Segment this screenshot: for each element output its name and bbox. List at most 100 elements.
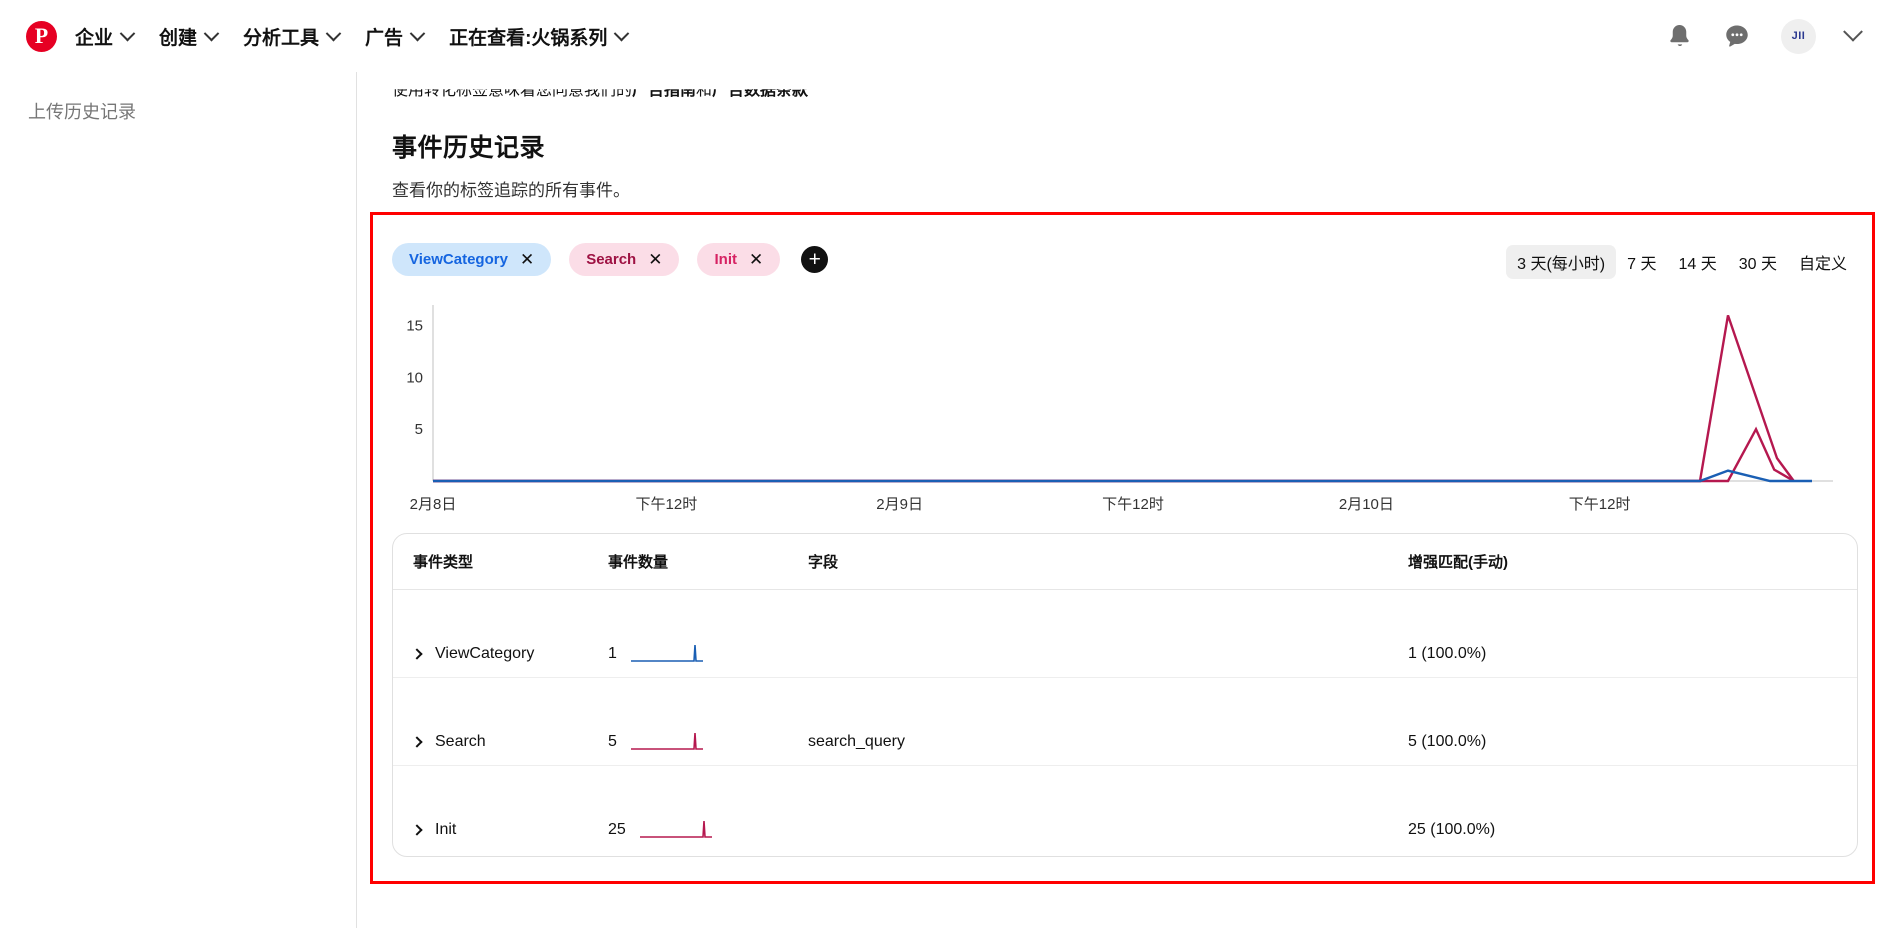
page-title: 事件历史记录 bbox=[392, 134, 546, 162]
chevron-down-icon bbox=[203, 25, 220, 41]
date-range-option-14d-label: 14 天 bbox=[1678, 256, 1717, 273]
chevron-down-icon bbox=[119, 25, 136, 41]
nav-item-business-label: 企业 bbox=[75, 27, 114, 49]
table-cell-event-count-value: 25 bbox=[608, 821, 626, 838]
svg-text:下午12时: 下午12时 bbox=[1569, 496, 1631, 513]
table-cell-event-count: 25 bbox=[608, 819, 808, 841]
avatar[interactable]: JII bbox=[1781, 18, 1816, 54]
svg-text:2月8日: 2月8日 bbox=[410, 496, 457, 513]
nav-item-analytics[interactable]: 分析工具 bbox=[243, 23, 342, 50]
close-icon[interactable]: ✕ bbox=[520, 251, 534, 268]
add-filter-button[interactable]: + bbox=[801, 246, 829, 273]
nav-right-group: JII bbox=[1666, 18, 1863, 54]
table-row-spacer bbox=[393, 590, 1857, 630]
main-content: 使用转化标签意味着您同意我们的广告指南和广告数据条款 事件历史记录 查看你的标签… bbox=[358, 72, 1896, 928]
filter-chip-init-label: Init bbox=[714, 251, 737, 268]
sparkline-icon bbox=[639, 820, 712, 838]
notifications-button[interactable] bbox=[1666, 22, 1693, 50]
plus-icon: + bbox=[808, 248, 821, 271]
page-subtitle: 查看你的标签追踪的所有事件。 bbox=[392, 181, 630, 200]
table-cell-event-type: Init bbox=[411, 821, 608, 839]
date-range-option-custom-label: 自定义 bbox=[1798, 256, 1847, 273]
table-row[interactable]: ViewCategory 1 1 (100.0%) bbox=[393, 630, 1857, 678]
table-cell-event-count: 1 bbox=[608, 643, 808, 665]
table-cell-enhanced-match: 5 (100.0%) bbox=[1408, 732, 1487, 750]
table-cell-event-type: Search bbox=[411, 732, 608, 751]
sidebar-item-upload-history[interactable]: 上传历史记录 bbox=[28, 98, 356, 124]
legal-mid: 和 bbox=[696, 82, 713, 99]
date-range-option-3d-label: 3 天(每小时) bbox=[1517, 256, 1606, 273]
date-range-option-14d[interactable]: 14 天 bbox=[1667, 245, 1727, 279]
event-filter-chips: ViewCategory ✕ Search ✕ Init ✕ + bbox=[392, 243, 829, 276]
sparkline-icon bbox=[630, 732, 703, 750]
date-range-selector: 3 天(每小时) 7 天 14 天 30 天 自定义 bbox=[1506, 245, 1858, 279]
table-row[interactable]: Init 25 25 (100.0%) bbox=[393, 806, 1857, 854]
table-row-spacer bbox=[393, 678, 1857, 718]
chat-bubble-icon bbox=[1726, 25, 1748, 47]
table-header-event-count: 事件数量 bbox=[608, 554, 669, 571]
nav-item-business[interactable]: 企业 bbox=[75, 23, 136, 50]
legal-link-ad-data-terms[interactable]: 广告数据条款 bbox=[712, 89, 808, 99]
table-cell-enhanced-match: 1 (100.0%) bbox=[1408, 644, 1487, 662]
close-icon[interactable]: ✕ bbox=[648, 251, 662, 268]
sidebar: 上传历史记录 bbox=[0, 72, 357, 928]
table-row-spacer bbox=[393, 766, 1857, 806]
table-header-field: 字段 bbox=[808, 554, 839, 571]
date-range-option-30d-label: 30 天 bbox=[1738, 256, 1777, 273]
event-timeseries-chart-svg: 5 10 15 2月8日 下午12时 2月9日 下午12时 2月10日 下午12时 bbox=[406, 305, 1833, 513]
event-timeseries-chart: 5 10 15 2月8日 下午12时 2月9日 下午12时 2月10日 下午12时 bbox=[383, 293, 1863, 523]
nav-item-create[interactable]: 创建 bbox=[159, 23, 220, 50]
svg-text:10: 10 bbox=[406, 369, 423, 386]
close-icon[interactable]: ✕ bbox=[749, 251, 763, 268]
table-cell-event-type-label: Search bbox=[435, 732, 486, 750]
svg-text:15: 15 bbox=[406, 318, 423, 335]
chevron-down-icon[interactable] bbox=[1843, 21, 1863, 42]
nav-item-current-account-label: 正在查看:火锅系列 bbox=[449, 27, 608, 49]
svg-text:下午12时: 下午12时 bbox=[636, 496, 698, 513]
chevron-down-icon bbox=[409, 25, 426, 41]
nav-item-analytics-label: 分析工具 bbox=[243, 27, 320, 49]
bell-icon bbox=[1670, 24, 1689, 47]
legal-link-ad-guidelines[interactable]: 广告指南 bbox=[632, 89, 696, 99]
pinterest-logo-icon[interactable]: P bbox=[26, 20, 57, 52]
messages-button[interactable] bbox=[1723, 22, 1751, 50]
chevron-down-icon bbox=[325, 25, 342, 41]
date-range-option-custom[interactable]: 自定义 bbox=[1788, 245, 1858, 279]
sparkline-icon bbox=[630, 644, 703, 662]
table-header-row: 事件类型 事件数量 字段 增强匹配(手动) bbox=[393, 534, 1857, 590]
table-cell-event-count: 5 bbox=[608, 731, 808, 753]
event-summary-table: 事件类型 事件数量 字段 增强匹配(手动) ViewCategory 1 1 (… bbox=[392, 533, 1858, 857]
date-range-option-7d-label: 7 天 bbox=[1627, 256, 1657, 273]
table-cell-event-count-value: 1 bbox=[608, 644, 617, 662]
chevron-right-icon[interactable] bbox=[411, 647, 423, 660]
nav-item-ads-label: 广告 bbox=[365, 27, 404, 49]
legal-prefix: 使用转化标签意味着您同意我们的 bbox=[392, 82, 633, 99]
table-cell-event-count-value: 5 bbox=[608, 732, 617, 750]
date-range-option-7d[interactable]: 7 天 bbox=[1616, 245, 1667, 279]
top-navigation-bar: P 企业 创建 分析工具 广告 正在查看:火锅系列 JII bbox=[0, 0, 1896, 72]
svg-text:下午12时: 下午12时 bbox=[1102, 496, 1164, 513]
chevron-down-icon bbox=[614, 25, 630, 41]
table-header-enhanced-match: 增强匹配(手动) bbox=[1408, 554, 1508, 571]
filter-chip-search[interactable]: Search ✕ bbox=[569, 243, 680, 276]
date-range-option-3d[interactable]: 3 天(每小时) bbox=[1506, 245, 1617, 279]
table-cell-enhanced-match: 25 (100.0%) bbox=[1408, 821, 1496, 838]
date-range-option-30d[interactable]: 30 天 bbox=[1728, 245, 1788, 279]
table-cell-event-type: ViewCategory bbox=[411, 645, 608, 663]
legal-disclaimer: 使用转化标签意味着您同意我们的广告指南和广告数据条款 bbox=[392, 82, 808, 100]
table-row[interactable]: Search 5 search_query 5 (100.0%) bbox=[393, 718, 1857, 766]
table-header-event-type: 事件类型 bbox=[413, 554, 474, 571]
table-cell-field: search_query bbox=[808, 732, 905, 750]
filter-chip-init[interactable]: Init ✕ bbox=[697, 243, 781, 276]
svg-text:2月9日: 2月9日 bbox=[876, 496, 923, 513]
chevron-right-icon[interactable] bbox=[411, 824, 423, 836]
filter-chip-viewcategory-label: ViewCategory bbox=[409, 251, 508, 268]
nav-item-current-account[interactable]: 正在查看:火锅系列 bbox=[449, 23, 630, 50]
filter-chip-viewcategory[interactable]: ViewCategory ✕ bbox=[392, 243, 552, 276]
filter-chip-search-label: Search bbox=[586, 251, 637, 268]
nav-item-ads[interactable]: 广告 bbox=[365, 23, 426, 50]
table-cell-event-type-label: Init bbox=[435, 821, 457, 838]
chevron-right-icon[interactable] bbox=[411, 735, 423, 748]
sidebar-item-upload-history-label: 上传历史记录 bbox=[28, 102, 136, 122]
svg-text:2月10日: 2月10日 bbox=[1339, 496, 1394, 513]
